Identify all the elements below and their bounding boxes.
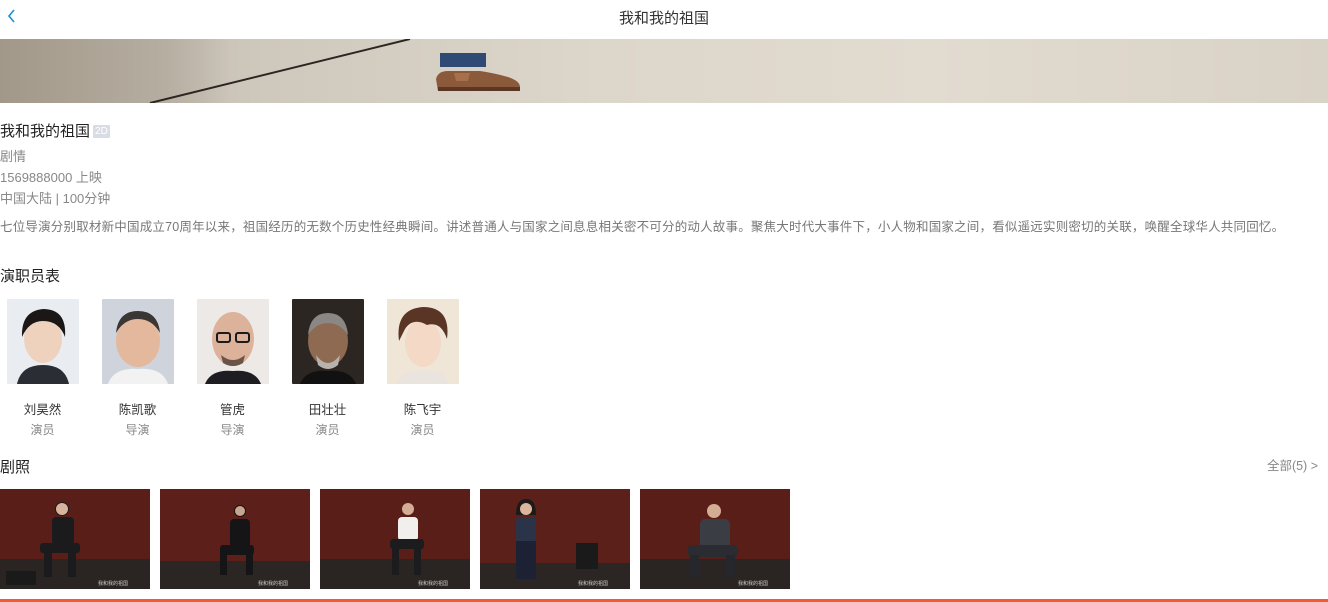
cast-name: 管虎	[219, 403, 245, 417]
movie-title: 我和我的祖国 2D	[0, 120, 110, 141]
stills-section-title: 剧照	[0, 459, 31, 476]
cast-member[interactable]: 刘昊然 演员	[0, 299, 90, 438]
format-badge: 2D	[93, 125, 110, 138]
still-image[interactable]: 我和我的祖国	[160, 489, 310, 589]
still-image[interactable]: 我和我的祖国	[640, 489, 790, 589]
movie-title-text: 我和我的祖国	[0, 123, 91, 140]
banner-edge-line	[149, 39, 411, 103]
svg-text:我和我的祖国: 我和我的祖国	[738, 580, 768, 587]
page-title: 我和我的祖国	[618, 10, 709, 27]
cast-name: 刘昊然	[23, 403, 62, 417]
cast-avatar	[101, 299, 174, 384]
svg-text:我和我的祖国: 我和我的祖国	[258, 580, 288, 587]
svg-text:我和我的祖国: 我和我的祖国	[578, 580, 608, 587]
cast-role: 导演	[220, 423, 245, 437]
cast-name: 陈凯歌	[118, 403, 157, 417]
svg-text:我和我的祖国: 我和我的祖国	[418, 580, 448, 587]
cast-member[interactable]: 管虎 导演	[185, 299, 280, 438]
cast-section-title: 演职员表	[0, 268, 61, 285]
cast-avatar	[291, 299, 364, 384]
svg-text:我和我的祖国: 我和我的祖国	[98, 580, 128, 587]
cast-member[interactable]: 陈凯歌 导演	[90, 299, 185, 438]
poster-banner	[0, 39, 1328, 103]
cast-avatar	[386, 299, 459, 384]
cast-name: 田壮壮	[308, 403, 347, 417]
cast-role: 演员	[410, 423, 435, 437]
cast-role: 演员	[30, 423, 55, 437]
cast-role: 导演	[125, 423, 150, 437]
still-image[interactable]: 我和我的祖国	[320, 489, 470, 589]
movie-description: 七位导演分别取材新中国成立70周年以来，祖国经历的无数个历史性经典瞬间。讲述普通…	[0, 220, 1285, 234]
movie-release: 1569888000 上映	[0, 170, 102, 185]
cast-avatar	[196, 299, 269, 384]
movie-region-duration: 中国大陆 | 100分钟	[0, 191, 111, 206]
movie-genre: 剧情	[0, 149, 27, 164]
cast-avatar	[6, 299, 79, 384]
cast-name: 陈飞宇	[403, 403, 442, 417]
stills-view-all-link[interactable]: 全部(5) >	[1267, 455, 1318, 474]
cast-role: 演员	[315, 423, 340, 437]
still-image[interactable]: 我和我的祖国	[480, 489, 630, 589]
cast-member[interactable]: 陈飞宇 演员	[375, 299, 470, 438]
still-image[interactable]: 我和我的祖国	[0, 489, 150, 589]
top-navbar: 我和我的祖国	[0, 0, 1328, 39]
cast-member[interactable]: 田壮壮 演员	[280, 299, 375, 438]
